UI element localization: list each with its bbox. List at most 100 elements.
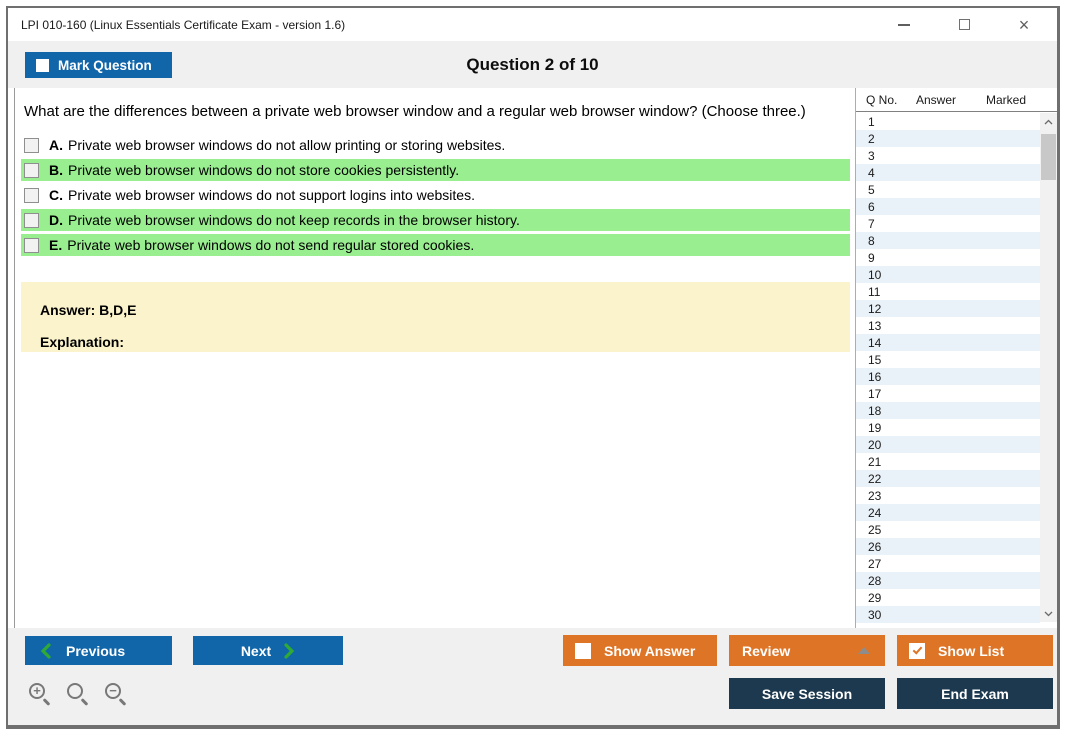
question-list-row[interactable]: 20 (856, 436, 1040, 453)
option-row[interactable]: D. Private web browser windows do not ke… (21, 209, 850, 231)
show-list-label: Show List (938, 642, 1005, 659)
option-checkbox[interactable] (24, 137, 39, 153)
next-button[interactable]: Next (193, 636, 343, 665)
window-controls: × (893, 8, 1035, 41)
option-row[interactable]: A. Private web browser windows do not al… (21, 134, 850, 156)
previous-label: Previous (66, 642, 126, 659)
end-exam-button[interactable]: End Exam (897, 678, 1053, 709)
row-question-number: 27 (868, 556, 882, 571)
row-question-number: 18 (868, 403, 882, 418)
option-text: Private web browser windows do not suppo… (68, 187, 475, 203)
zoom-out-button[interactable]: − (104, 682, 129, 707)
question-list-row[interactable]: 17 (856, 385, 1040, 402)
row-question-number: 12 (868, 301, 882, 316)
question-list-panel: Q No. Answer Marked 1 2 3 4 5 6 7 8 9 10… (855, 88, 1057, 628)
question-list-row[interactable]: 30 (856, 606, 1040, 623)
show-list-checkbox[interactable] (909, 642, 925, 659)
row-question-number: 20 (868, 437, 882, 452)
check-icon (912, 643, 922, 655)
previous-button[interactable]: Previous (25, 636, 172, 665)
option-row[interactable]: E. Private web browser windows do not se… (21, 234, 850, 256)
zoom-in-button[interactable]: + (28, 682, 53, 707)
question-list-row[interactable]: 18 (856, 402, 1040, 419)
option-text: Private web browser windows do not keep … (68, 212, 520, 228)
magnifier-handle (42, 698, 51, 706)
question-list-row[interactable]: 10 (856, 266, 1040, 283)
option-checkbox[interactable] (24, 237, 39, 253)
show-answer-checkbox[interactable] (575, 642, 591, 659)
option-checkbox[interactable] (24, 212, 39, 228)
option-checkbox[interactable] (24, 162, 39, 178)
row-question-number: 16 (868, 369, 882, 384)
question-list-row[interactable]: 15 (856, 351, 1040, 368)
question-list-row[interactable]: 8 (856, 232, 1040, 249)
footer-bar: Previous Next Show Answer Review Show Li… (8, 628, 1057, 725)
option-letter: E. (49, 237, 63, 253)
row-question-number: 14 (868, 335, 882, 350)
scroll-down-button[interactable] (1040, 605, 1057, 622)
question-list-row[interactable]: 21 (856, 453, 1040, 470)
zoom-out-icon: − (105, 683, 121, 699)
row-question-number: 22 (868, 471, 882, 486)
question-list-row[interactable]: 3 (856, 147, 1040, 164)
question-list-row[interactable]: 19 (856, 419, 1040, 436)
question-list-row[interactable]: 24 (856, 504, 1040, 521)
question-counter: Question 2 of 10 (466, 55, 599, 74)
maximize-button[interactable] (953, 14, 975, 36)
explanation-label: Explanation: (40, 334, 125, 350)
row-question-number: 21 (868, 454, 882, 469)
question-list-row[interactable]: 26 (856, 538, 1040, 555)
chevron-up-icon (1044, 119, 1053, 124)
minimize-button[interactable] (893, 14, 915, 36)
zoom-in-icon: + (29, 683, 45, 699)
minimize-icon (898, 23, 910, 26)
row-question-number: 7 (868, 216, 875, 231)
question-list-row[interactable]: 27 (856, 555, 1040, 572)
next-label: Next (240, 642, 272, 659)
show-list-button[interactable]: Show List (897, 635, 1053, 666)
close-button[interactable]: × (1013, 14, 1035, 36)
question-list-row[interactable]: 7 (856, 215, 1040, 232)
review-dropdown-button[interactable]: Review (729, 635, 885, 666)
question-list-row[interactable]: 5 (856, 181, 1040, 198)
question-list-row[interactable]: 29 (856, 589, 1040, 606)
question-panel: What are the differences between a priva… (8, 88, 855, 628)
option-row[interactable]: B. Private web browser windows do not st… (21, 159, 850, 181)
question-list-scrollbar[interactable] (1040, 113, 1057, 622)
row-question-number: 23 (868, 488, 882, 503)
caret-up-icon (858, 647, 870, 654)
question-list-row[interactable]: 13 (856, 317, 1040, 334)
option-text: Private web browser windows do not send … (67, 237, 475, 253)
zoom-reset-button[interactable] (66, 682, 91, 707)
question-list-row[interactable]: 25 (856, 521, 1040, 538)
question-list-row[interactable]: 6 (856, 198, 1040, 215)
option-row[interactable]: C. Private web browser windows do not su… (21, 184, 850, 206)
save-session-button[interactable]: Save Session (729, 678, 885, 709)
question-list-row[interactable]: 4 (856, 164, 1040, 181)
question-list-row[interactable]: 22 (856, 470, 1040, 487)
row-question-number: 24 (868, 505, 882, 520)
question-list-row[interactable]: 23 (856, 487, 1040, 504)
question-list-row[interactable]: 1 (856, 113, 1040, 130)
question-list-row[interactable]: 2 (856, 130, 1040, 147)
question-list-row[interactable]: 14 (856, 334, 1040, 351)
option-checkbox[interactable] (24, 187, 39, 203)
show-answer-label: Show Answer (604, 642, 696, 659)
show-answer-button[interactable]: Show Answer (563, 635, 717, 666)
question-list-row[interactable]: 16 (856, 368, 1040, 385)
column-answer: Answer (916, 92, 957, 107)
option-text: Private web browser windows do not allow… (68, 137, 506, 153)
option-letter: A. (49, 137, 63, 153)
close-icon: × (1018, 14, 1030, 35)
app-window: LPI 010-160 (Linux Essentials Certificat… (6, 6, 1060, 729)
row-question-number: 11 (868, 284, 881, 299)
question-list-row[interactable]: 9 (856, 249, 1040, 266)
row-question-number: 30 (868, 607, 882, 622)
row-question-number: 29 (868, 590, 882, 605)
scroll-up-button[interactable] (1040, 113, 1057, 130)
question-list-row[interactable]: 28 (856, 572, 1040, 589)
question-list-row[interactable]: 11 (856, 283, 1040, 300)
question-list-row[interactable]: 12 (856, 300, 1040, 317)
scrollbar-thumb[interactable] (1041, 134, 1056, 180)
row-question-number: 10 (868, 267, 882, 282)
